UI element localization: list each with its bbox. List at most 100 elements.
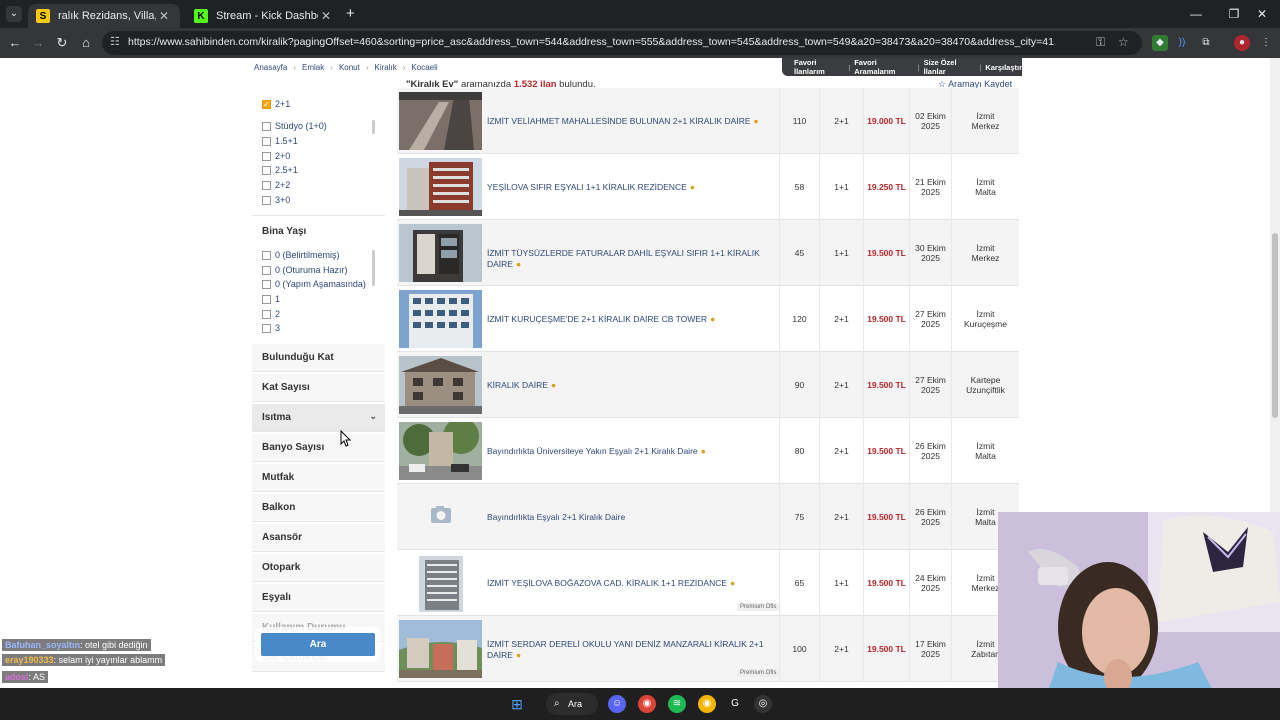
minimize-icon[interactable]: — [1176, 4, 1216, 24]
profile-avatar[interactable]: ● [1234, 35, 1250, 51]
home-icon[interactable]: ⌂ [76, 33, 96, 53]
listing-title-link[interactable]: İZMİT SERDAR DERELİ OKULU YANI DENİZ MAN… [487, 639, 777, 661]
date-line: 26 Ekim [915, 507, 946, 517]
breadcrumb-link[interactable]: Kocaeli [411, 63, 437, 72]
room-option[interactable]: 2+2 [262, 178, 290, 192]
address-bar[interactable]: ☷ https://www.sahibinden.com/kiralik?pag… [102, 31, 1142, 55]
room-option[interactable]: Stüdyo (1+0) [262, 119, 327, 133]
filter-elevator[interactable]: Asansör [252, 524, 385, 552]
reload-icon[interactable]: ↻ [52, 33, 72, 53]
filter-furnished[interactable]: Eşyalı [252, 584, 385, 612]
room-option[interactable]: 2.5+1 [262, 163, 298, 177]
breadcrumb-link[interactable]: Konut [339, 63, 360, 72]
age-option[interactable]: 0 (Belirtilmemiş) [262, 248, 340, 262]
filter-heating[interactable]: Isıtma ⌄ [252, 404, 385, 432]
breadcrumb-link[interactable]: Kiralık [375, 63, 397, 72]
age-list-scrollbar[interactable] [372, 250, 375, 286]
listing-title-link[interactable]: Bayındırlıkta Eşyalı 2+1 Kiralık Daire [487, 512, 777, 523]
chrome-icon[interactable]: ◉ [638, 695, 656, 713]
special-listings-link[interactable]: Size Özel İlanlar [924, 58, 976, 76]
listing-thumbnail[interactable] [399, 290, 482, 348]
filter-kitchen[interactable]: Mutfak [252, 464, 385, 492]
listing-title-link[interactable]: Bayındırlıkta Üniversiteye Yakın Eşyalı … [487, 446, 777, 457]
spotify-icon[interactable]: ≋ [668, 695, 686, 713]
listing-row[interactable]: İZMİT KURUÇEŞME'DE 2+1 KİRALIK DAİRE CB … [397, 286, 1019, 352]
favorite-listings-link[interactable]: Favori İlanlarım [794, 58, 844, 76]
extensions-puzzle-icon[interactable]: ⧉ [1198, 35, 1214, 51]
room-option-label: 2+1 [275, 99, 291, 109]
listing-title-link[interactable]: İZMİT YEŞİLOVA BOĞAZOVA CAD. KİRALIK 1+1… [487, 578, 777, 589]
age-option[interactable]: 0 (Oturuma Hazır) [262, 263, 348, 277]
taskbar-search[interactable]: ⌕ Ara [546, 693, 598, 715]
listing-title-link[interactable]: YEŞİLOVA SIFIR EŞYALI 1+1 KİRALIK REZİDE… [487, 182, 777, 193]
breadcrumb-link[interactable]: Emlak [302, 63, 324, 72]
listing-row[interactable]: Bayındırlıkta Üniversiteye Yakın Eşyalı … [397, 418, 1019, 484]
age-option[interactable]: 0 (Yapım Aşamasında) [262, 277, 366, 291]
room-list-scrollbar[interactable] [372, 120, 375, 134]
listing-row[interactable]: İZMİT SERDAR DERELİ OKULU YANI DENİZ MAN… [397, 616, 1019, 682]
filter-floor-count[interactable]: Kat Sayısı [252, 374, 385, 402]
listing-row[interactable]: İZMİT YEŞİLOVA BOĞAZOVA CAD. KİRALIK 1+1… [397, 550, 1019, 616]
extension-icon[interactable]: ◆ [1152, 35, 1168, 51]
room-option[interactable]: 1.5+1 [262, 134, 298, 148]
discord-icon[interactable]: ☺ [608, 695, 626, 713]
room-option[interactable]: 2+0 [262, 149, 290, 163]
listing-thumbnail[interactable] [399, 620, 482, 678]
tab-kick-dashboard[interactable]: K Stream - Kick Dashboard ✕ [186, 4, 342, 28]
listing-thumbnail[interactable] [399, 356, 482, 414]
age-option[interactable]: 1 [262, 292, 280, 306]
back-icon[interactable]: ← [5, 33, 25, 53]
audio-extension-icon[interactable]: )) [1174, 35, 1190, 51]
listing-thumbnail[interactable] [399, 554, 482, 612]
app-icon[interactable]: G [726, 695, 744, 713]
listing-thumbnail[interactable] [399, 92, 482, 150]
page-scrollbar-thumb[interactable] [1272, 233, 1278, 418]
listing-row[interactable]: KİRALIK DAİRE ● 90 2+1 19.500 TL 27 Ekim 2025 K… [397, 352, 1019, 418]
listing-thumbnail[interactable] [399, 158, 482, 216]
listing-row[interactable]: YEŞİLOVA SIFIR EŞYALI 1+1 KİRALIK REZİDE… [397, 154, 1019, 220]
tab-search-chevron-icon[interactable]: ⌄ [6, 6, 22, 22]
age-option[interactable]: 3 [262, 321, 280, 335]
listing-thumbnail[interactable] [399, 418, 482, 480]
listing-title-link[interactable]: İZMİT VELİAHMET MAHALLESİNDE BULUNAN 2+1… [487, 116, 777, 127]
tab-sahibinden[interactable]: S ralık Rezidans, Villa, Müstakil ✕ [28, 4, 180, 28]
listing-row[interactable]: İZMİT VELİAHMET MAHALLESİNDE BULUNAN 2+1… [397, 88, 1019, 154]
forward-icon[interactable]: → [28, 33, 48, 53]
listing-date: 27 Ekim 2025 [909, 352, 951, 418]
compare-link[interactable]: Karşılaştır [985, 63, 1022, 72]
close-tab-icon[interactable]: ✕ [318, 9, 334, 23]
close-tab-icon[interactable]: ✕ [156, 9, 172, 23]
listing-title-link[interactable]: İZMİT KURUÇEŞME'DE 2+1 KİRALIK DAİRE CB … [487, 314, 777, 325]
listing-row[interactable]: Bayındırlıkta Eşyalı 2+1 Kiralık Daire 75… [397, 484, 1019, 550]
close-window-icon[interactable]: ✕ [1242, 4, 1280, 24]
breadcrumb-link[interactable]: Anasayfa [254, 63, 287, 72]
listing-title: İZMİT TÜYSÜZLERDE FATURALAR DAHİL EŞYALI… [487, 248, 760, 269]
listing-area: 120 [779, 286, 819, 352]
date-line: 2025 [921, 583, 940, 593]
obs-icon[interactable]: ◎ [754, 695, 772, 713]
filter-floor[interactable]: Bulunduğu Kat [252, 344, 385, 372]
password-key-icon[interactable]: ⚿ [1096, 35, 1105, 50]
site-info-icon[interactable]: ☷ [110, 35, 120, 48]
filter-balcony[interactable]: Balkon [252, 494, 385, 522]
windows-start-icon[interactable]: ⊞ [508, 695, 526, 713]
filter-bathrooms[interactable]: Banyo Sayısı [252, 434, 385, 462]
no-photo-camera-icon[interactable] [399, 488, 482, 546]
listing-title-link[interactable]: KİRALIK DAİRE ● [487, 380, 777, 391]
age-option[interactable]: 2 [262, 307, 280, 321]
bookmark-star-icon[interactable]: ☆ [1118, 35, 1129, 49]
new-tab-icon[interactable]: + [346, 6, 355, 22]
filter-parking[interactable]: Otopark [252, 554, 385, 582]
room-option[interactable]: 3+0 [262, 193, 290, 207]
listing-thumbnail[interactable] [399, 224, 482, 282]
menu-icon[interactable]: ⋮ [1258, 35, 1274, 51]
listing-title: İZMİT SERDAR DERELİ OKULU YANI DENİZ MAN… [487, 639, 764, 660]
listing-row[interactable]: İZMİT TÜYSÜZLERDE FATURALAR DAHİL EŞYALI… [397, 220, 1019, 286]
date-line: 27 Ekim [915, 375, 946, 385]
loc-line: İzmit [976, 111, 995, 121]
chrome-active-icon[interactable]: ◉ [698, 695, 716, 713]
search-button[interactable]: Ara [261, 633, 375, 656]
favorite-searches-link[interactable]: Favori Aramalarım [854, 58, 913, 76]
listing-title-link[interactable]: İZMİT TÜYSÜZLERDE FATURALAR DAHİL EŞYALI… [487, 248, 777, 270]
room-option-checked[interactable]: ✓ 2+1 [262, 97, 290, 111]
